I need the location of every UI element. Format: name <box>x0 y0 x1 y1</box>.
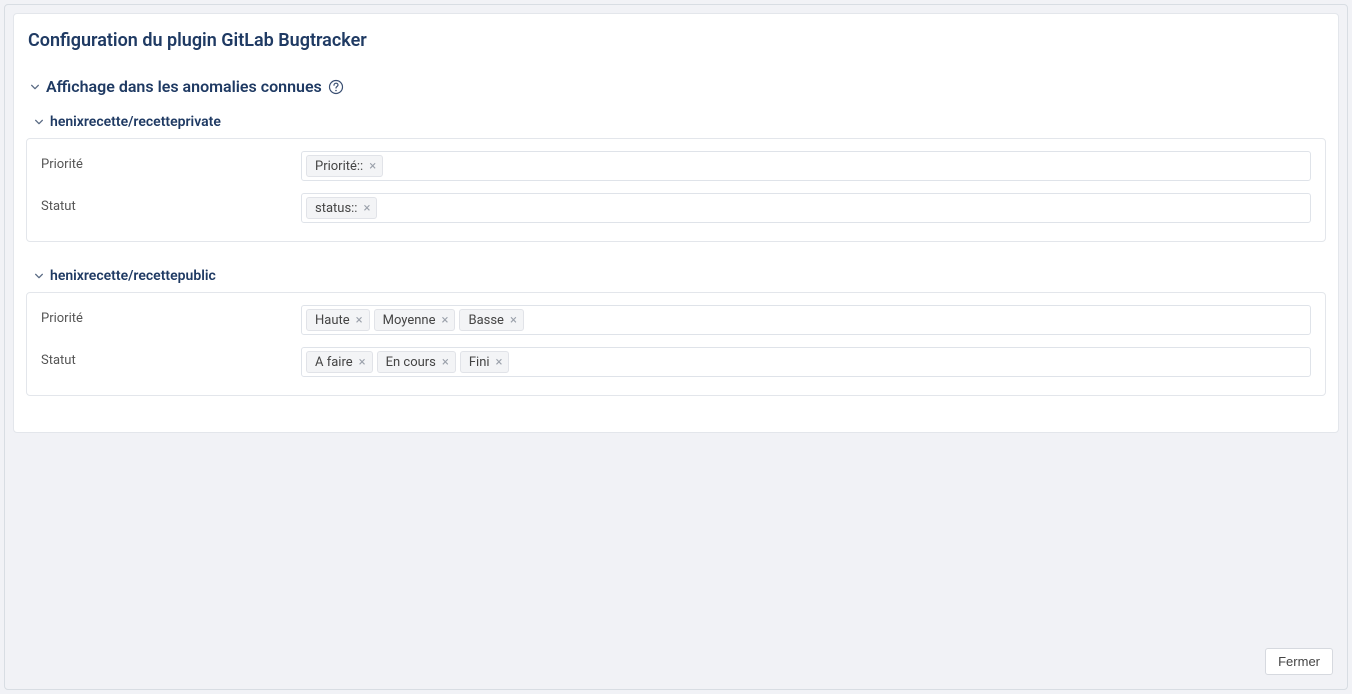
config-dialog: Configuration du plugin GitLab Bugtracke… <box>4 4 1348 690</box>
section-title: Affichage dans les anomalies connues <box>46 77 322 96</box>
close-icon[interactable]: × <box>440 314 451 327</box>
tag-label: En cours <box>386 355 436 370</box>
tag-label: Moyenne <box>383 313 436 328</box>
tag[interactable]: status::× <box>306 197 377 219</box>
project-name: henixrecette/recettepublic <box>50 268 216 284</box>
help-icon[interactable] <box>328 79 344 95</box>
dialog-footer: Fermer <box>1265 648 1333 675</box>
status-label: Statut <box>41 347 301 368</box>
chevron-down-icon[interactable] <box>34 117 44 127</box>
tag-label: Fini <box>469 355 490 370</box>
tag[interactable]: Moyenne × <box>374 309 456 331</box>
tag[interactable]: Fini × <box>460 351 510 373</box>
status-tag-input[interactable]: A faire × En cours × Fini × <box>301 347 1311 377</box>
tag[interactable]: A faire × <box>306 351 373 373</box>
page-title: Configuration du plugin GitLab Bugtracke… <box>26 24 1326 65</box>
close-icon[interactable]: × <box>494 356 505 369</box>
tag-label: Haute <box>315 313 350 328</box>
priority-label: Priorité <box>41 305 301 326</box>
chevron-down-icon[interactable] <box>30 82 40 92</box>
close-icon[interactable]: × <box>354 314 365 327</box>
status-label: Statut <box>41 193 301 214</box>
tag-label: status:: <box>315 201 357 216</box>
tag[interactable]: En cours × <box>377 351 456 373</box>
tag[interactable]: Haute × <box>306 309 370 331</box>
status-tag-input[interactable]: status::× <box>301 193 1311 223</box>
project-name: henixrecette/recetteprivate <box>50 114 221 130</box>
project-header[interactable]: henixrecette/recettepublic <box>26 260 1326 292</box>
priority-tag-input[interactable]: Priorité::× <box>301 151 1311 181</box>
config-card: Configuration du plugin GitLab Bugtracke… <box>13 13 1339 433</box>
priority-row: PrioritéPriorité::× <box>41 151 1311 181</box>
tag-label: Priorité:: <box>315 159 363 174</box>
close-icon[interactable]: × <box>361 202 372 215</box>
project-block: henixrecette/recetteprivatePrioritéPrior… <box>26 106 1326 242</box>
priority-label: Priorité <box>41 151 301 172</box>
project-header[interactable]: henixrecette/recetteprivate <box>26 106 1326 138</box>
tag-label: Basse <box>468 313 503 328</box>
section-header[interactable]: Affichage dans les anomalies connues <box>26 65 1326 106</box>
close-icon[interactable]: × <box>440 356 451 369</box>
priority-tag-input[interactable]: Haute × Moyenne × Basse × <box>301 305 1311 335</box>
status-row: Statut A faire × En cours × Fini × <box>41 347 1311 377</box>
tag-label: A faire <box>315 355 353 370</box>
close-icon[interactable]: × <box>367 160 378 173</box>
priority-row: Priorité Haute × Moyenne × Basse × <box>41 305 1311 335</box>
close-icon[interactable]: × <box>508 314 519 327</box>
tag[interactable]: Basse × <box>459 309 523 331</box>
project-block: henixrecette/recettepublic Priorité Haute ×… <box>26 260 1326 396</box>
tag[interactable]: Priorité::× <box>306 155 383 177</box>
close-button[interactable]: Fermer <box>1265 648 1333 675</box>
status-row: Statutstatus::× <box>41 193 1311 223</box>
close-icon[interactable]: × <box>357 356 368 369</box>
project-body: PrioritéPriorité::×Statutstatus::× <box>26 138 1326 242</box>
project-body: PrioritéHaute×Moyenne×Basse×StatutA fair… <box>26 292 1326 396</box>
chevron-down-icon[interactable] <box>34 271 44 281</box>
